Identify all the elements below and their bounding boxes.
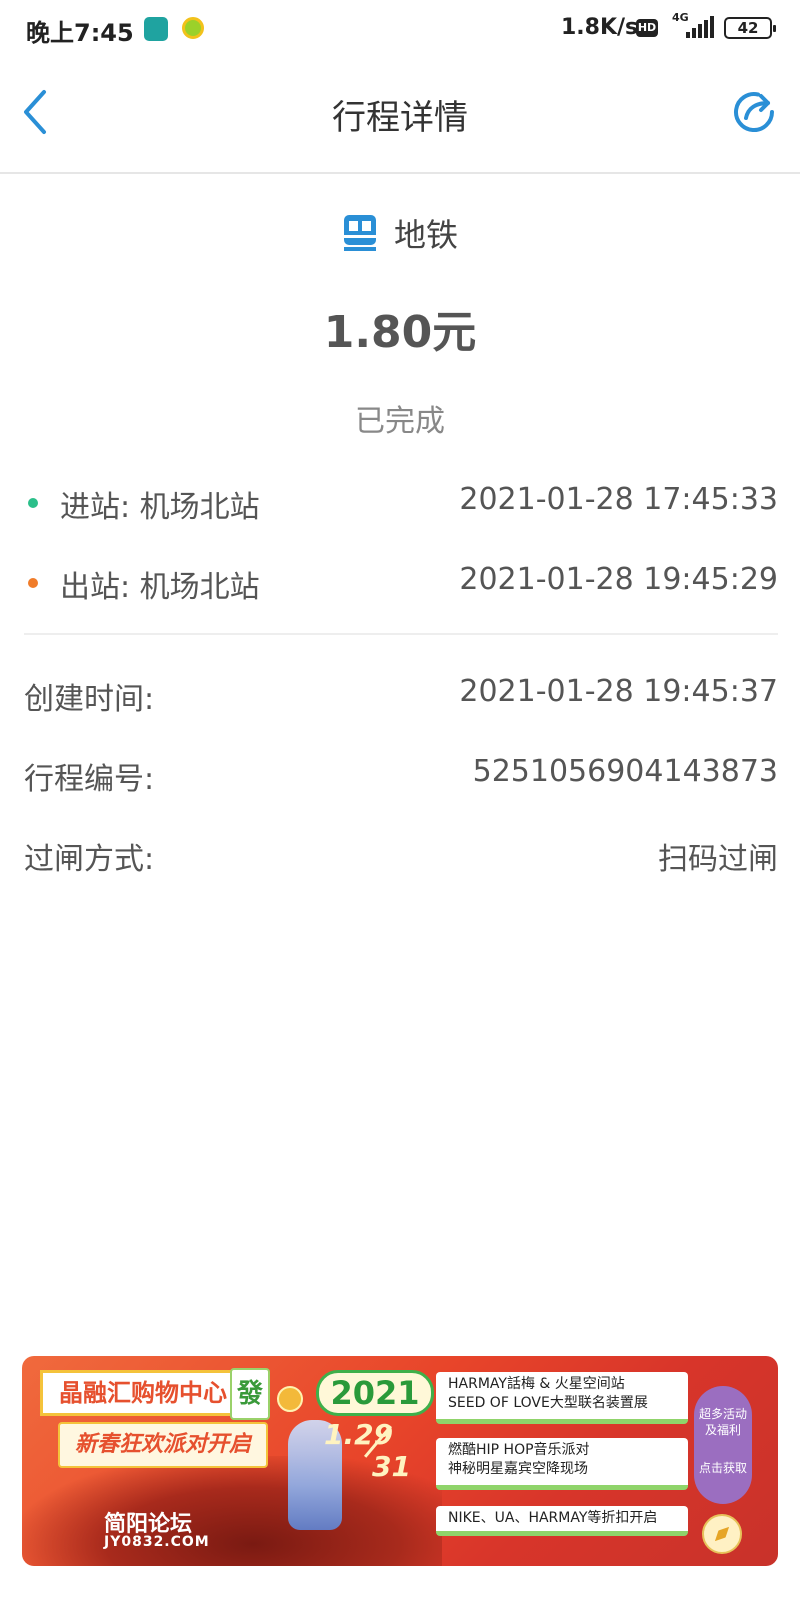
forum-domain-watermark: JY0832.COM [104, 1534, 210, 1550]
network-speed: 1.8K/s [561, 15, 639, 40]
status-bar: 晚上7:45 1.8K/s HD 4G 42 [0, 0, 800, 56]
exit-station: 出站: 机场北站 [60, 570, 260, 605]
transport-mode: 地铁 [0, 210, 800, 261]
banner-card-2: 燃酷HIP HOP音乐派对 神秘明星嘉宾空降现场 [436, 1438, 688, 1490]
entry-time: 2021-01-28 17:45:33 [459, 482, 778, 517]
banner-year: 2021 [316, 1370, 434, 1416]
entry-station: 进站: 机场北站 [60, 490, 260, 525]
exit-station-row: 出站: 机场北站 2021-01-28 19:45:29 [24, 560, 778, 605]
get-now-label: 点击获取 [698, 1461, 747, 1475]
fare-amount: 1.80元 [323, 307, 477, 358]
compass-icon [702, 1514, 742, 1554]
gate-method-label: 过闸方式: [24, 842, 155, 877]
banner-card-1: HARMAY話梅 & 火星空间站 SEED OF LOVE大型联名装置展 [436, 1372, 688, 1424]
gate-method-value: 扫码过闸 [658, 842, 778, 877]
entry-dot-icon [28, 498, 38, 508]
created-time-label: 创建时间: [24, 682, 155, 717]
mahjong-tile-icon: 發 [230, 1368, 270, 1420]
banner-card-3: NIKE、UA、HARMAY等折扣开启 [436, 1506, 688, 1536]
trip-number-value: 5251056904143873 [472, 754, 778, 789]
exit-time: 2021-01-28 19:45:29 [459, 562, 778, 597]
banner-card-2-line1: 燃酷HIP HOP音乐派对 [448, 1442, 590, 1458]
battery-icon: 42 [724, 17, 776, 39]
coin-icon [277, 1386, 303, 1412]
more-activities-button[interactable]: 超多活动 及福利 点击获取 [694, 1386, 752, 1504]
banner-date-end: 31 [372, 1450, 411, 1483]
app-notification-icon [144, 17, 168, 41]
hd-badge: HD [636, 19, 658, 37]
share-button[interactable] [728, 86, 780, 138]
gate-method-row: 过闸方式: 扫码过闸 [24, 832, 778, 877]
banner-party-text: 新春狂欢派对开启 [58, 1422, 268, 1468]
transport-mode-label: 地铁 [393, 216, 458, 254]
exit-dot-icon [28, 578, 38, 588]
created-time-value: 2021-01-28 19:45:37 [459, 674, 778, 709]
promo-banner[interactable]: 晶融汇购物中心 發 新春狂欢派对开启 2021 1.29 31 简阳论坛 JY0… [22, 1356, 778, 1566]
divider [24, 633, 778, 635]
metro-icon [343, 215, 376, 251]
more-activities-line1: 超多活动 [698, 1407, 747, 1421]
more-activities-line2: 及福利 [704, 1423, 741, 1437]
page-title: 行程详情 [332, 98, 468, 138]
entry-station-row: 进站: 机场北站 2021-01-28 17:45:33 [24, 480, 778, 525]
share-icon [734, 92, 775, 133]
created-time-row: 创建时间: 2021-01-28 19:45:37 [24, 672, 778, 717]
banner-card-1-line1: HARMAY話梅 & 火星空间站 [448, 1376, 625, 1392]
nav-bar: 行程详情 [0, 56, 800, 174]
app-notification-icon-2 [182, 17, 204, 39]
trip-number-row: 行程编号: 5251056904143873 [24, 752, 778, 797]
banner-card-3-line1: NIKE、UA、HARMAY等折扣开启 [448, 1510, 658, 1526]
status-time: 晚上7:45 [26, 19, 134, 47]
banner-mall-name: 晶融汇购物中心 [40, 1370, 246, 1416]
banner-card-1-line2: SEED OF LOVE大型联名装置展 [448, 1395, 648, 1411]
trip-number-label: 行程编号: [24, 762, 155, 797]
banner-card-2-line2: 神秘明星嘉宾空降现场 [448, 1461, 588, 1477]
trip-status: 已完成 [355, 404, 445, 439]
signal-icon [686, 16, 714, 38]
